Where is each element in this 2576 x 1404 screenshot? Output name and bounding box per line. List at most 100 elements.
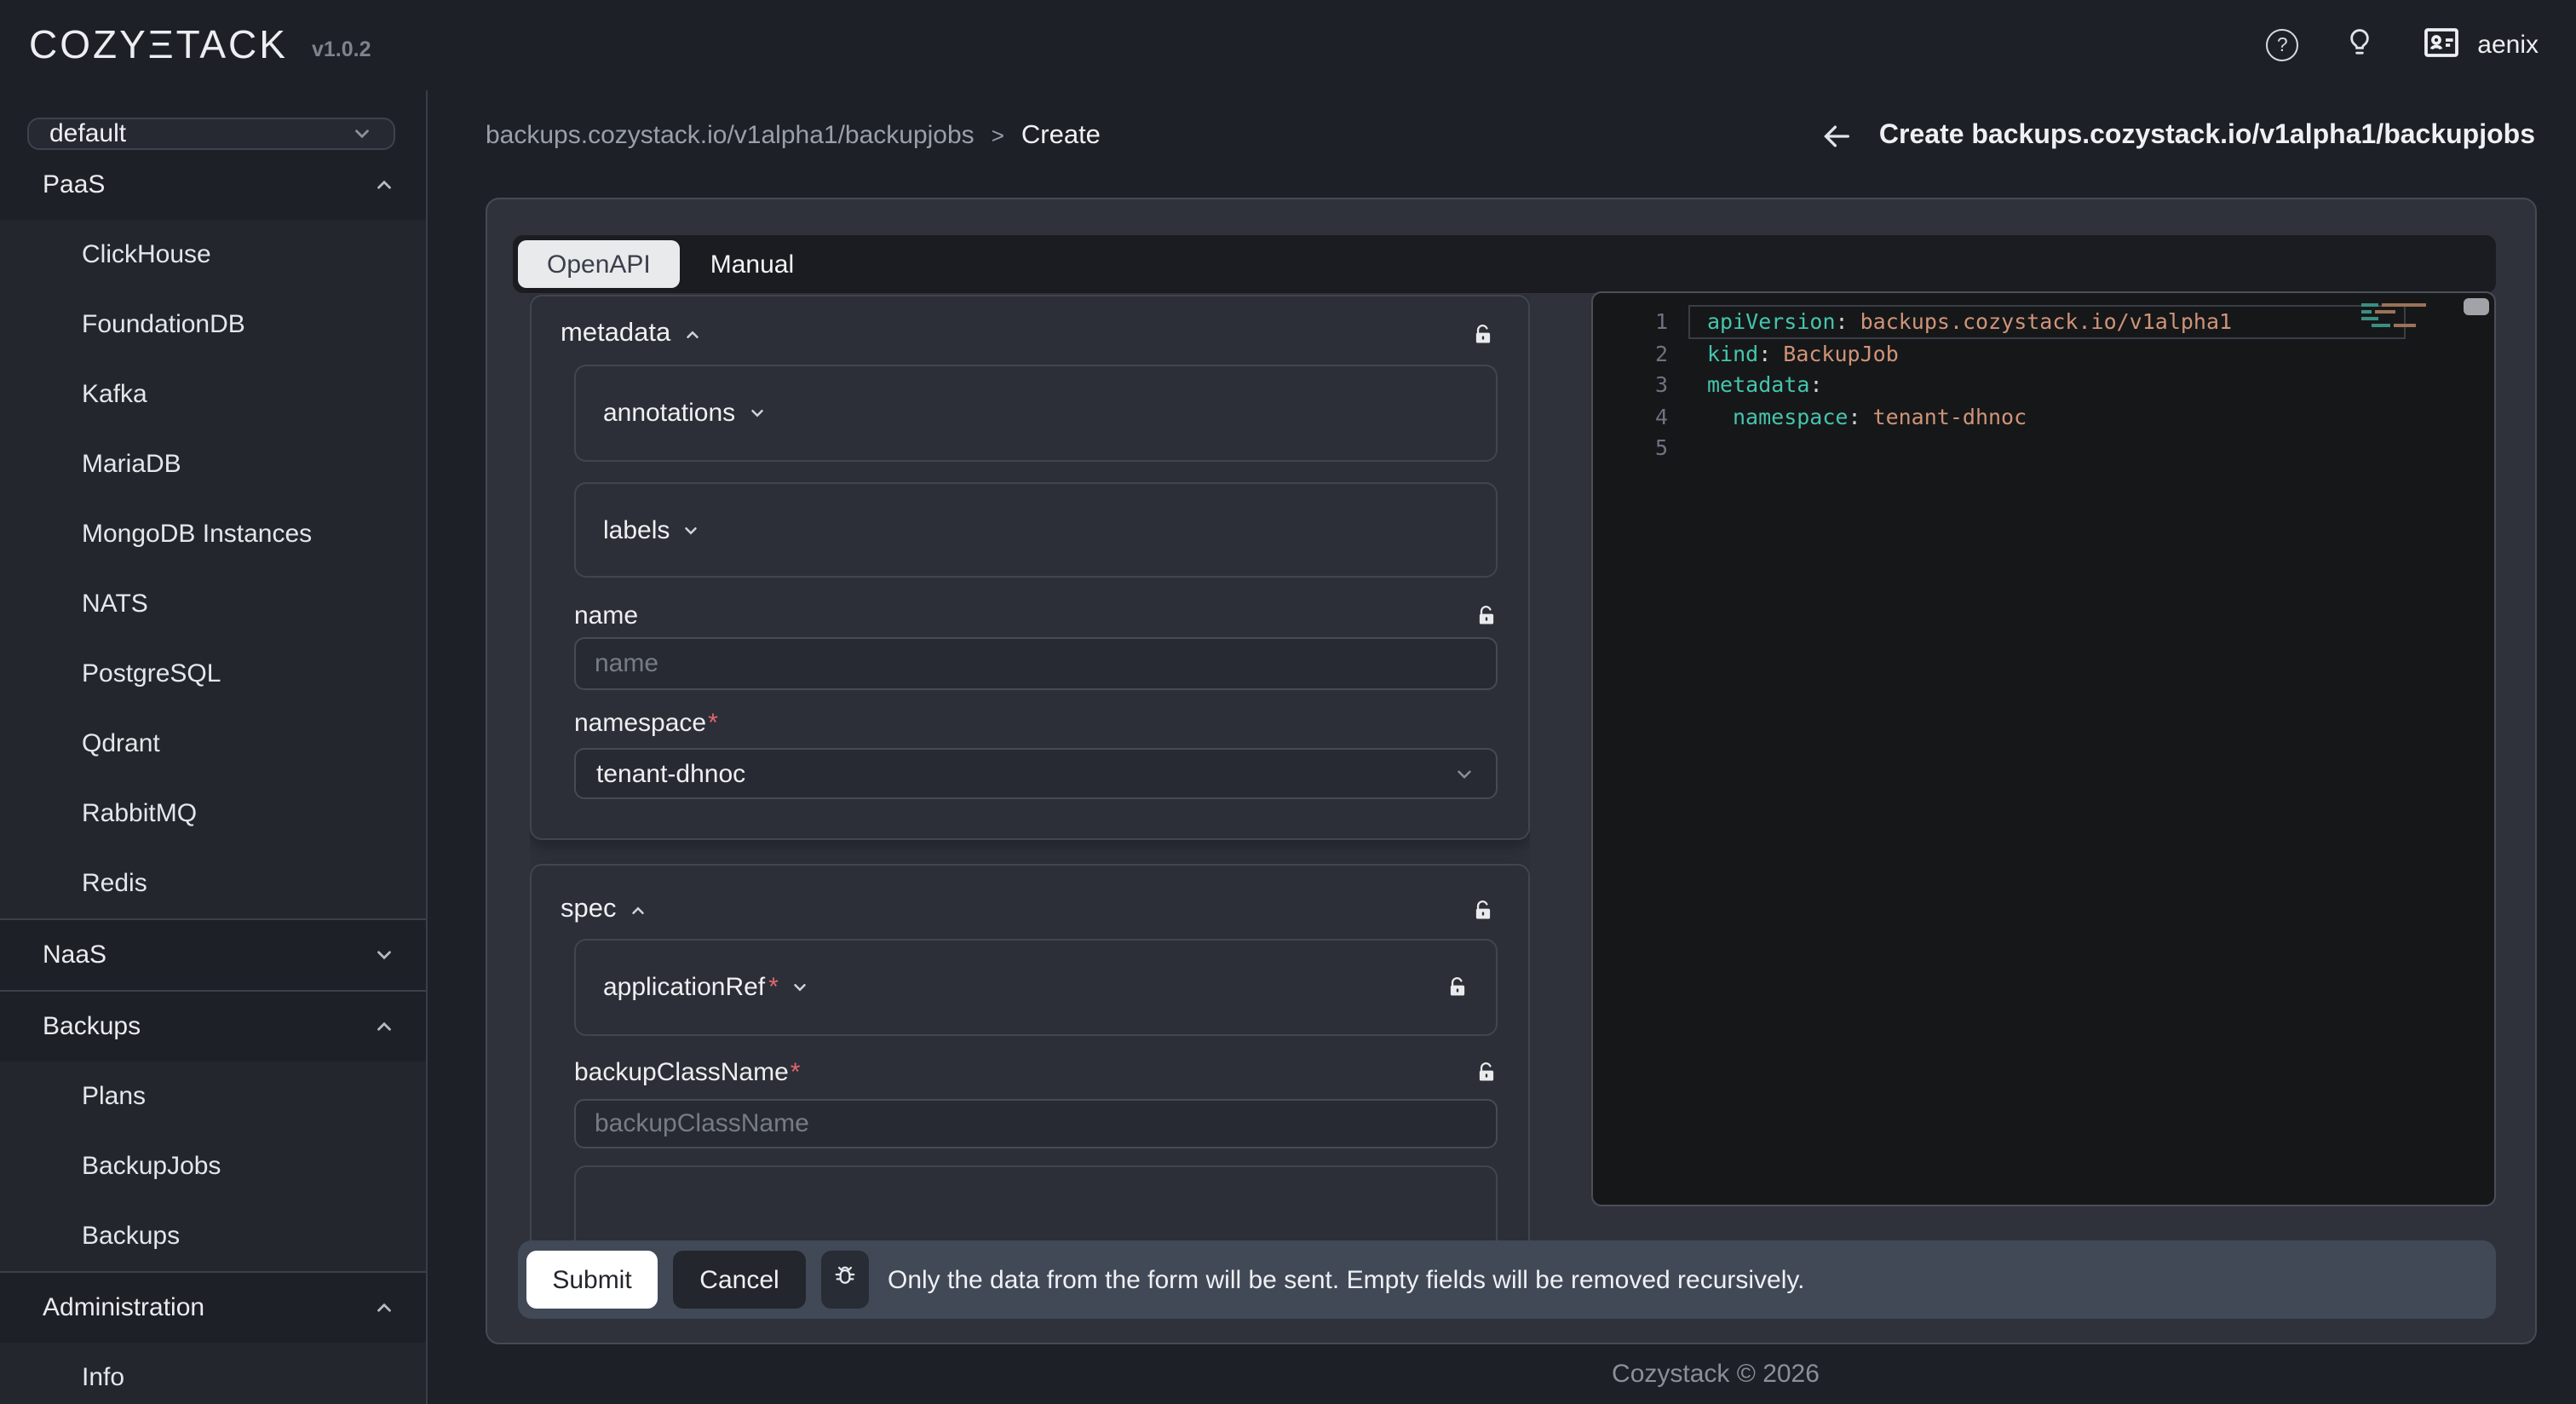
yaml-colon: : bbox=[1836, 308, 1849, 334]
cozystack-logo[interactable]: COZYΞTACK bbox=[29, 22, 288, 68]
cancel-button[interactable]: Cancel bbox=[673, 1251, 806, 1309]
sidebar-item-qdrant[interactable]: Qdrant bbox=[0, 709, 426, 779]
annotations-group[interactable]: annotations bbox=[574, 365, 1498, 462]
back-arrow-icon[interactable] bbox=[1820, 118, 1854, 152]
chevron-up-icon bbox=[373, 1016, 395, 1038]
sidebar-item-redis[interactable]: Redis bbox=[0, 849, 426, 918]
page-topbar: backups.cozystack.io/v1alpha1/backupjobs… bbox=[486, 90, 2535, 181]
sidebar-item-backupjobs[interactable]: BackupJobs bbox=[0, 1131, 426, 1201]
sidebar-paas-items: ClickHouse FoundationDB Kafka MariaDB Mo… bbox=[0, 220, 426, 918]
namespace-field-row: namespace* bbox=[574, 709, 1498, 738]
header-actions: ? aeni bbox=[2266, 21, 2539, 69]
labels-group[interactable]: labels bbox=[574, 482, 1498, 578]
chevron-down-icon bbox=[791, 978, 809, 997]
unlock-icon[interactable] bbox=[1475, 1062, 1498, 1084]
help-button[interactable]: ? bbox=[2266, 29, 2298, 61]
metadata-section-label: metadata bbox=[561, 319, 670, 349]
section-label: Backups bbox=[43, 1012, 141, 1041]
editor-minimap bbox=[2361, 303, 2436, 331]
editor-code: apiVersion:backups.cozystack.io/v1alpha1… bbox=[1707, 307, 2436, 433]
unlock-icon[interactable] bbox=[1475, 605, 1498, 627]
yaml-key: kind bbox=[1707, 340, 1758, 365]
chevron-down-icon bbox=[373, 944, 395, 966]
line-number: 1 bbox=[1593, 307, 1668, 338]
sidebar-item-nats[interactable]: NATS bbox=[0, 569, 426, 639]
spec-panel: spec applicationRef* bbox=[530, 864, 1530, 1240]
sidebar-item-backups[interactable]: Backups bbox=[0, 1201, 426, 1271]
theme-toggle-button[interactable] bbox=[2343, 24, 2377, 66]
line-number: 4 bbox=[1593, 401, 1668, 433]
yaml-key: metadata bbox=[1707, 371, 1809, 397]
title-wrap: Create backups.cozystack.io/v1alpha1/bac… bbox=[1820, 118, 2535, 152]
id-card-icon bbox=[2421, 21, 2462, 69]
sidebar-item-foundationdb[interactable]: FoundationDB bbox=[0, 290, 426, 360]
yaml-editor[interactable]: 1 2 3 4 5 apiVersion:backups.cozystack.i… bbox=[1591, 291, 2496, 1206]
editor-scrollbar-thumb[interactable] bbox=[2464, 298, 2489, 315]
create-form-card: OpenAPI Manual metadata bbox=[486, 198, 2537, 1344]
sidebar-section-administration[interactable]: Administration bbox=[0, 1273, 426, 1343]
yaml-colon: : bbox=[1848, 403, 1860, 429]
section-label: PaaS bbox=[43, 170, 105, 199]
yaml-value: BackupJob bbox=[1783, 340, 1898, 365]
application-ref-label: applicationRef bbox=[603, 973, 765, 1002]
form-action-bar: Submit Cancel Only the data from the for… bbox=[518, 1240, 2496, 1319]
context-select[interactable]: default bbox=[27, 118, 395, 150]
editor-line: namespace:tenant-dhnoc bbox=[1707, 401, 2436, 433]
name-input[interactable] bbox=[574, 637, 1498, 690]
sidebar-item-postgresql[interactable]: PostgreSQL bbox=[0, 639, 426, 709]
plan-ref-group[interactable]: planRef bbox=[574, 1165, 1498, 1240]
namespace-select[interactable]: tenant-dhnoc bbox=[574, 748, 1498, 799]
sidebar-item-mariadb[interactable]: MariaDB bbox=[0, 429, 426, 499]
sidebar-item-plans[interactable]: Plans bbox=[0, 1062, 426, 1131]
app-root: COZYΞTACK v1.0.2 ? bbox=[0, 0, 2576, 1404]
lightbulb-icon bbox=[2343, 24, 2377, 66]
debug-button[interactable] bbox=[821, 1251, 869, 1309]
editor-line: metadata: bbox=[1707, 370, 2436, 401]
chevron-down-icon bbox=[681, 521, 700, 539]
sidebar-section-naas[interactable]: NaaS bbox=[0, 920, 426, 990]
unlock-icon[interactable] bbox=[1446, 976, 1469, 998]
chevron-up-icon bbox=[373, 1297, 395, 1319]
labels-label: labels bbox=[603, 515, 670, 544]
sidebar-section-paas[interactable]: PaaS bbox=[0, 150, 426, 220]
required-marker: * bbox=[791, 1058, 801, 1087]
submit-button[interactable]: Submit bbox=[526, 1251, 658, 1309]
tab-openapi[interactable]: OpenAPI bbox=[518, 240, 680, 288]
line-number: 5 bbox=[1593, 433, 1668, 464]
top-header: COZYΞTACK v1.0.2 ? bbox=[0, 0, 2576, 90]
line-number: 3 bbox=[1593, 370, 1668, 401]
user-menu[interactable]: aenix bbox=[2421, 21, 2539, 69]
editor-line-numbers: 1 2 3 4 5 bbox=[1593, 307, 1668, 464]
section-label: NaaS bbox=[43, 941, 106, 970]
chevron-down-icon bbox=[747, 404, 766, 423]
sidebar-item-kafka[interactable]: Kafka bbox=[0, 360, 426, 429]
sidebar-section-backups[interactable]: Backups bbox=[0, 992, 426, 1062]
yaml-value: tenant-dhnoc bbox=[1873, 403, 2027, 429]
sidebar-administration-items: Info bbox=[0, 1343, 426, 1404]
unlock-icon[interactable] bbox=[1472, 899, 1494, 921]
annotations-label: annotations bbox=[603, 399, 735, 428]
sidebar-item-info[interactable]: Info bbox=[0, 1343, 426, 1404]
sidebar-item-rabbitmq[interactable]: RabbitMQ bbox=[0, 779, 426, 849]
form-column: metadata annotations bbox=[530, 295, 1530, 1240]
bug-icon bbox=[831, 1263, 859, 1297]
yaml-colon: : bbox=[1758, 340, 1771, 365]
tab-manual[interactable]: Manual bbox=[710, 250, 794, 279]
breadcrumb-path-link[interactable]: backups.cozystack.io/v1alpha1/backupjobs bbox=[486, 121, 975, 150]
sidebar-item-clickhouse[interactable]: ClickHouse bbox=[0, 220, 426, 290]
spec-section-header[interactable]: spec bbox=[561, 895, 1494, 925]
breadcrumb-separator: > bbox=[992, 123, 1004, 148]
page-title: Create backups.cozystack.io/v1alpha1/bac… bbox=[1879, 120, 2535, 151]
section-label: Administration bbox=[43, 1293, 204, 1322]
metadata-section-header[interactable]: metadata bbox=[561, 319, 1494, 349]
form-note: Only the data from the form will be sent… bbox=[888, 1265, 1805, 1294]
yaml-value: backups.cozystack.io/v1alpha1 bbox=[1860, 308, 2233, 334]
unlock-icon[interactable] bbox=[1472, 323, 1494, 345]
sidebar-item-mongodb-instances[interactable]: MongoDB Instances bbox=[0, 499, 426, 569]
application-ref-group[interactable]: applicationRef* bbox=[574, 939, 1498, 1036]
version-label: v1.0.2 bbox=[312, 37, 371, 61]
namespace-field-label: namespace bbox=[574, 709, 706, 738]
chevron-down-icon bbox=[351, 123, 373, 145]
footer-copyright: Cozystack © 2026 bbox=[1612, 1360, 1820, 1389]
backup-class-input[interactable] bbox=[574, 1099, 1498, 1148]
